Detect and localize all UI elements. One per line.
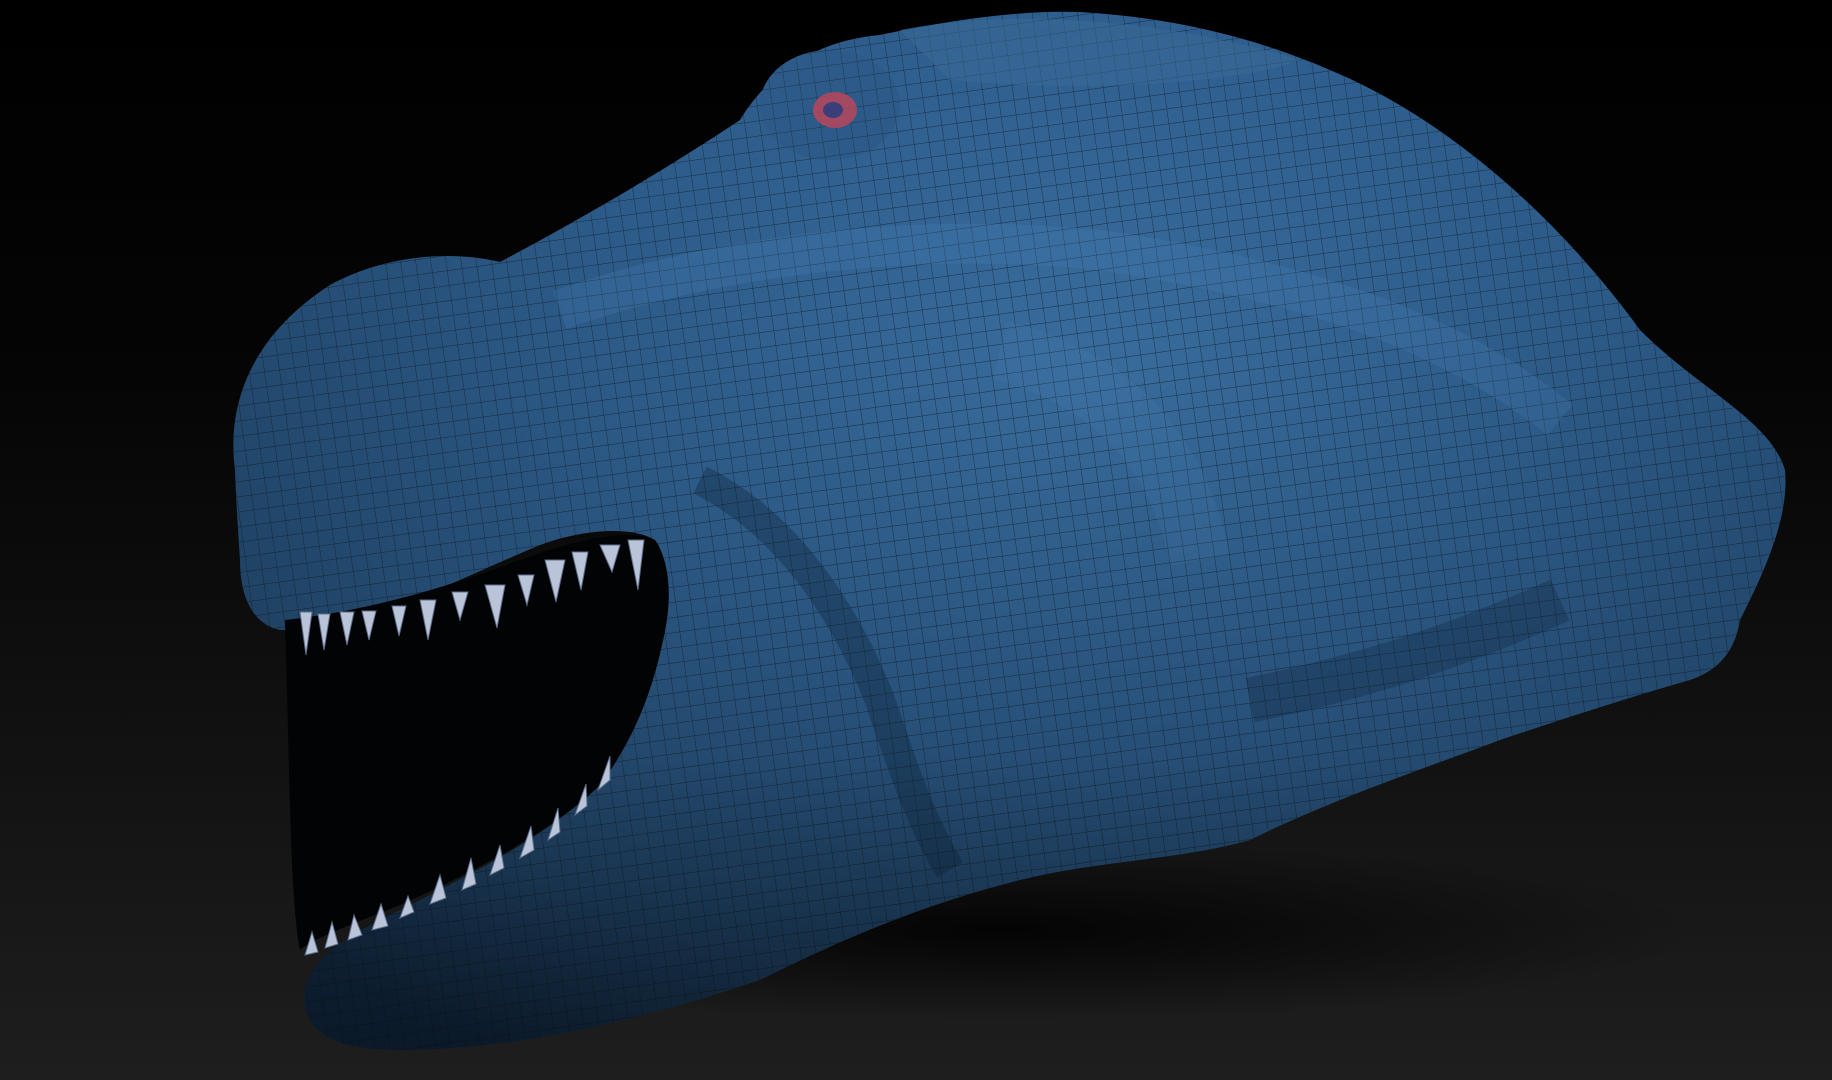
3d-viewport[interactable] [0,0,1832,1080]
eye-ridge [760,50,900,160]
sculpt-model[interactable] [0,0,1832,1080]
